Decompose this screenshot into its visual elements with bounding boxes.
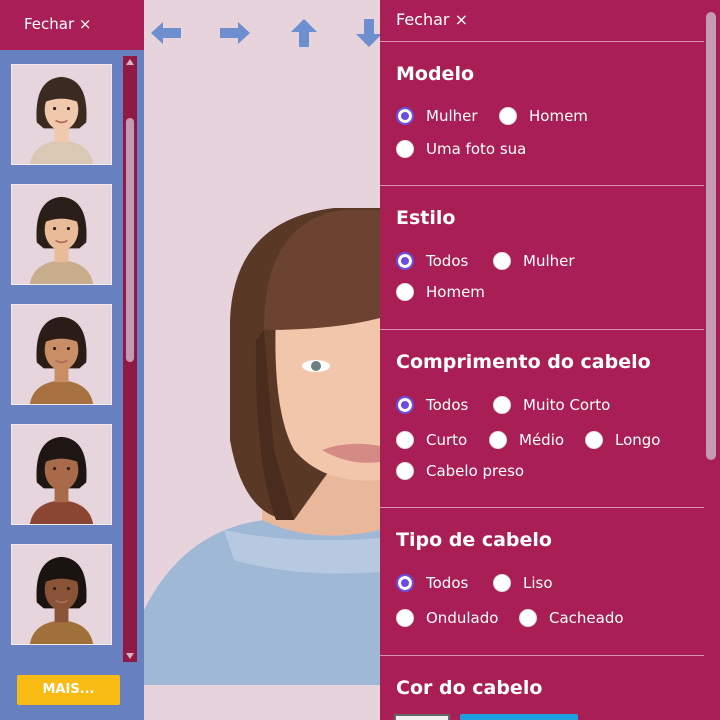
- filter-close-button[interactable]: Fechar ×: [396, 10, 468, 29]
- preview-area: [144, 0, 380, 720]
- radio-icon: [489, 431, 507, 449]
- portrait-image: [12, 305, 111, 404]
- radio-icon: [396, 396, 414, 414]
- option-comprimento-preso[interactable]: Cabelo preso: [396, 462, 524, 480]
- section-title-tipo: Tipo de cabelo: [396, 529, 552, 551]
- option-estilo-homem[interactable]: Homem: [396, 283, 485, 301]
- scroll-down-icon[interactable]: [126, 653, 134, 659]
- gallery-panel: Fechar × MAIS...: [0, 0, 144, 720]
- main-model-photo: [144, 200, 380, 685]
- hair-color-swatch[interactable]: [394, 714, 450, 720]
- radio-icon: [396, 431, 414, 449]
- section-title-cor: Cor do cabelo: [396, 677, 543, 699]
- filter-scrollbar[interactable]: [706, 12, 716, 460]
- radio-icon: [396, 574, 414, 592]
- option-modelo-mulher[interactable]: Mulher: [396, 107, 478, 125]
- thumbnail-model-4[interactable]: [11, 424, 112, 525]
- arrow-right-icon[interactable]: [218, 18, 252, 48]
- option-modelo-foto[interactable]: Uma foto sua: [396, 140, 526, 158]
- divider: [380, 329, 704, 330]
- radio-icon: [585, 431, 603, 449]
- option-estilo-mulher[interactable]: Mulher: [493, 252, 575, 270]
- section-title-estilo: Estilo: [396, 207, 456, 229]
- option-tipo-liso[interactable]: Liso: [493, 574, 553, 592]
- option-tipo-ondulado[interactable]: Ondulado: [396, 609, 498, 627]
- radio-icon: [493, 396, 511, 414]
- more-button[interactable]: MAIS...: [17, 675, 120, 705]
- thumbnail-model-1[interactable]: [11, 64, 112, 165]
- scroll-up-icon[interactable]: [126, 59, 134, 65]
- section-title-comprimento: Comprimento do cabelo: [396, 351, 651, 373]
- arrow-up-icon[interactable]: [287, 18, 321, 48]
- option-modelo-homem[interactable]: Homem: [499, 107, 588, 125]
- radio-icon: [396, 283, 414, 301]
- gallery-close-button[interactable]: Fechar ×: [0, 0, 144, 50]
- option-estilo-todos[interactable]: Todos: [396, 252, 468, 270]
- portrait-image: [12, 545, 111, 644]
- filter-panel: Fechar × Modelo Mulher Homem Uma foto su…: [380, 0, 720, 720]
- radio-icon: [493, 574, 511, 592]
- radio-icon: [396, 252, 414, 270]
- gallery-scrollbar[interactable]: [123, 56, 137, 662]
- radio-icon: [396, 140, 414, 158]
- thumbnail-model-2[interactable]: [11, 184, 112, 285]
- option-comprimento-longo[interactable]: Longo: [585, 431, 660, 449]
- thumbnail-model-5[interactable]: [11, 544, 112, 645]
- divider: [380, 41, 704, 42]
- portrait-image: [12, 425, 111, 524]
- divider: [380, 507, 704, 508]
- radio-icon: [396, 107, 414, 125]
- section-title-modelo: Modelo: [396, 63, 475, 85]
- option-comprimento-todos[interactable]: Todos: [396, 396, 468, 414]
- option-tipo-cacheado[interactable]: Cacheado: [519, 609, 624, 627]
- option-tipo-todos[interactable]: Todos: [396, 574, 468, 592]
- option-comprimento-medio[interactable]: Médio: [489, 431, 564, 449]
- divider: [380, 655, 704, 656]
- radio-icon: [499, 107, 517, 125]
- radio-icon: [396, 462, 414, 480]
- divider: [380, 185, 704, 186]
- option-comprimento-muito-corto[interactable]: Muito Corto: [493, 396, 610, 414]
- radio-icon: [493, 252, 511, 270]
- radio-icon: [519, 609, 537, 627]
- thumbnail-list: [11, 64, 113, 664]
- hair-color-swatch[interactable]: [460, 714, 578, 720]
- arrow-left-icon[interactable]: [149, 18, 183, 48]
- radio-icon: [396, 609, 414, 627]
- thumbnail-model-3[interactable]: [11, 304, 112, 405]
- scrollbar-thumb[interactable]: [126, 118, 134, 362]
- arrow-down-icon[interactable]: [352, 18, 380, 48]
- option-comprimento-curto[interactable]: Curto: [396, 431, 467, 449]
- portrait-image: [12, 65, 111, 164]
- portrait-image: [12, 185, 111, 284]
